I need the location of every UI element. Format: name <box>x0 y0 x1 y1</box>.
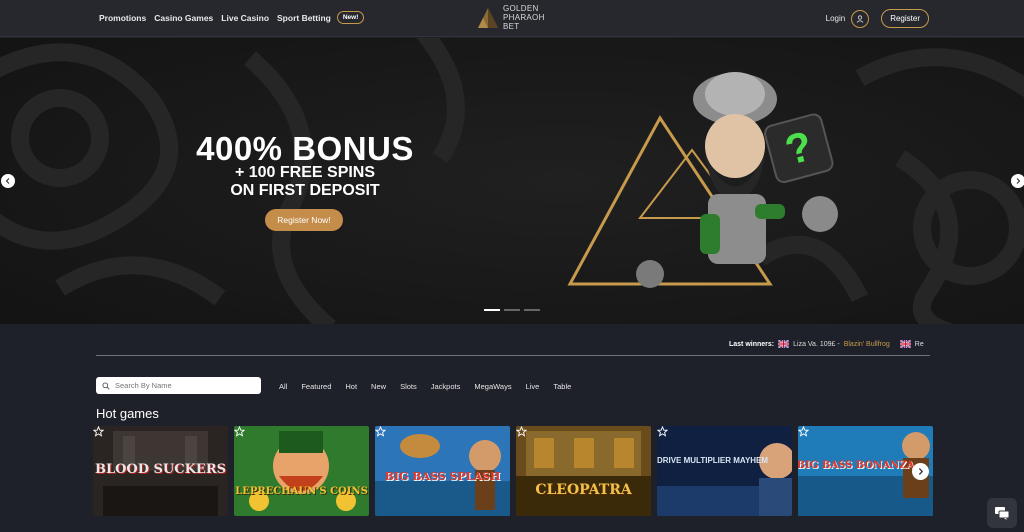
search-input[interactable] <box>115 381 255 390</box>
filter-tab-table[interactable]: Table <box>553 382 571 391</box>
hero-prev-button[interactable] <box>1 174 15 188</box>
favorite-star-icon[interactable] <box>516 426 527 437</box>
winners-label: Last winners: <box>729 340 775 348</box>
filter-tab-new[interactable]: New <box>371 382 386 391</box>
game-card-blood-suckers[interactable]: BLOOD SUCKERS <box>93 426 228 516</box>
game-card-cleopatra[interactable]: CLEOPATRA <box>516 426 651 516</box>
logo-text-line2: PHARAOH <box>503 13 545 22</box>
game-filter-tabs: All Featured Hot New Slots Jackpots Mega… <box>279 382 571 391</box>
uk-flag-icon <box>778 340 790 348</box>
login-link[interactable]: Login <box>826 14 846 23</box>
filter-tab-live[interactable]: Live <box>526 382 540 391</box>
logo-text: GOLDEN PHARAOH BET <box>503 4 545 31</box>
game-title: BIG BASS BONANZA <box>798 460 915 471</box>
favorite-star-icon[interactable] <box>375 426 386 437</box>
nav-sport-betting[interactable]: Sport Betting <box>277 13 331 23</box>
winner-name: Re <box>914 340 924 348</box>
games-next-button[interactable] <box>912 463 929 480</box>
search-box <box>96 377 261 394</box>
filter-tab-jackpots[interactable]: Jackpots <box>431 382 461 391</box>
chevron-left-icon <box>5 178 10 184</box>
winner-name: Liza Va. 109£ - <box>793 340 840 348</box>
favorite-star-icon[interactable] <box>234 426 245 437</box>
nav-live-casino[interactable]: Live Casino <box>221 13 269 23</box>
live-chat-button[interactable] <box>987 498 1017 528</box>
page: Promotions Casino Games Live Casino Spor… <box>0 0 1024 532</box>
register-button[interactable]: Register <box>881 9 929 28</box>
top-nav: Promotions Casino Games Live Casino Spor… <box>0 0 1024 37</box>
chat-icon <box>995 506 1009 520</box>
search-icon <box>102 381 110 390</box>
chevron-right-icon <box>918 468 924 475</box>
pyramid-logo-icon <box>478 7 498 28</box>
favorite-star-icon[interactable] <box>93 426 104 437</box>
hero-next-button[interactable] <box>1011 174 1024 188</box>
hot-games-carousel: BLOOD SUCKERS LEPRECHAUN'S COINS BIG BAS… <box>93 426 933 516</box>
game-title: BLOOD SUCKERS <box>94 462 227 477</box>
winner-game-link[interactable]: Blazin' Bullfrog <box>844 341 890 348</box>
last-winners-ticker: Last winners: Liza Va. 109£ - Blazin' Bu… <box>729 339 939 349</box>
game-title: DRIVE MULTIPLIER MAYHEM <box>657 456 769 465</box>
nav-casino-games[interactable]: Casino Games <box>154 13 213 23</box>
nav-account: Login Register <box>826 9 929 28</box>
filter-tab-featured[interactable]: Featured <box>301 382 331 391</box>
user-icon <box>856 14 864 23</box>
explorer-character-illustration: ? <box>567 72 838 288</box>
favorite-star-icon[interactable] <box>657 426 668 437</box>
user-icon-button[interactable] <box>851 9 870 28</box>
hero-banner: 400% BONUS + 100 FREE SPINS ON FIRST DEP… <box>0 38 1024 324</box>
hero-subtitle-line2: ON FIRST DEPOSIT <box>230 182 380 199</box>
uk-flag-icon <box>899 340 911 348</box>
game-thumbnail <box>234 426 369 516</box>
game-title: CLEOPATRA <box>535 482 632 498</box>
nav-promotions[interactable]: Promotions <box>99 13 146 23</box>
logo[interactable]: GOLDEN PHARAOH BET <box>477 4 545 31</box>
new-badge: New! <box>336 11 365 24</box>
nav-links: Promotions Casino Games Live Casino Spor… <box>99 11 365 24</box>
chevron-right-icon <box>1016 178 1021 184</box>
game-title: LEPRECHAUN'S COINS <box>235 486 368 497</box>
slider-dots <box>484 309 540 311</box>
filter-tab-slots[interactable]: Slots <box>400 382 417 391</box>
logo-text-line3: BET <box>503 22 520 31</box>
section-divider <box>96 355 930 356</box>
filter-tab-megaways[interactable]: MegaWays <box>474 382 511 391</box>
slider-dot[interactable] <box>504 309 520 311</box>
hero-subtitle-line1: + 100 FREE SPINS <box>234 164 376 181</box>
game-card-leprechauns-coins[interactable]: LEPRECHAUN'S COINS <box>234 426 369 516</box>
game-thumbnail <box>516 426 651 516</box>
game-card-drive-multiplier-mayhem[interactable]: DRIVE MULTIPLIER MAYHEM <box>657 426 792 516</box>
hero-title: 400% BONUS <box>196 130 414 167</box>
logo-text-line1: GOLDEN <box>503 4 539 13</box>
register-now-button[interactable]: Register Now! <box>265 209 343 231</box>
slider-dot[interactable] <box>484 309 500 311</box>
slider-dot[interactable] <box>524 309 540 311</box>
filter-tab-hot[interactable]: Hot <box>345 382 357 391</box>
game-title: BIG BASS SPLASH <box>384 470 501 483</box>
favorite-star-icon[interactable] <box>798 426 809 437</box>
section-title-hot-games: Hot games <box>96 406 159 421</box>
filter-tab-all[interactable]: All <box>279 382 287 391</box>
game-card-big-bass-splash[interactable]: BIG BASS SPLASH <box>375 426 510 516</box>
game-thumbnail <box>657 426 792 516</box>
